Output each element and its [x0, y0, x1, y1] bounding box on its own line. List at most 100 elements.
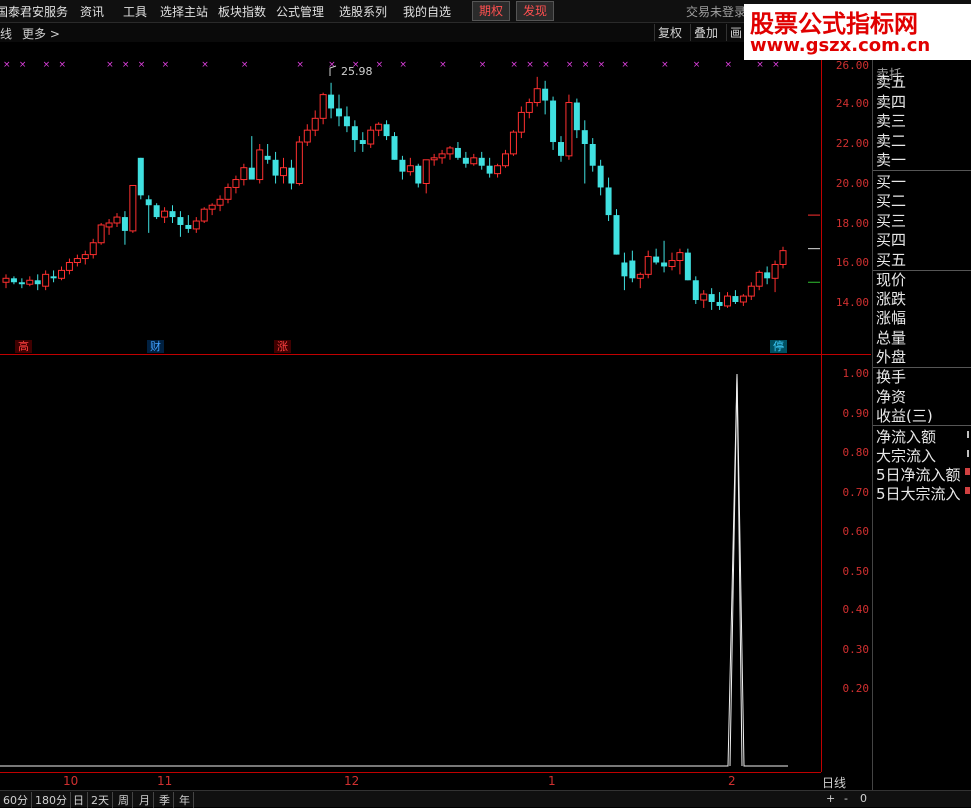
candle-body: [177, 217, 184, 225]
x-tick: 1: [548, 774, 556, 788]
candle-body: [375, 123, 383, 131]
candle-body: [661, 262, 668, 267]
candle-body: [200, 208, 208, 222]
menu-item-service[interactable]: 国泰君安服务: [0, 3, 68, 20]
menu-item-stock-picker[interactable]: 选股系列: [339, 3, 387, 20]
candle-body: [280, 167, 287, 177]
menu-item-server[interactable]: 选择主站: [160, 3, 208, 20]
indicator-chart[interactable]: [0, 355, 821, 767]
flow-marker: [965, 487, 970, 494]
buy-1: 买一: [876, 173, 907, 191]
candle-body: [533, 88, 541, 104]
candle-body: [58, 269, 65, 279]
candle-body: [81, 254, 89, 260]
candle-body: [486, 165, 493, 174]
candle-body: [779, 250, 787, 265]
candle-body: [26, 279, 34, 285]
candle-body: [478, 157, 485, 166]
y-tick: 16.00: [835, 256, 869, 269]
candle-body: [668, 260, 676, 267]
buy-3: 买三: [876, 212, 907, 230]
candle-body: [502, 153, 509, 167]
candle-body: [65, 262, 73, 271]
candle-body: [597, 165, 604, 188]
buy-2: 买二: [876, 192, 907, 210]
y-tick-sub: 0.40: [842, 603, 870, 616]
candle-body: [10, 278, 17, 283]
options-button[interactable]: 期权: [472, 1, 511, 21]
candle-body: [216, 198, 224, 206]
signal-marker: ×: [201, 60, 209, 70]
candle-body: [311, 117, 319, 131]
discover-button[interactable]: 发现: [516, 1, 555, 21]
signal-marker: ×: [376, 60, 384, 70]
signal-marker: ×: [439, 60, 447, 70]
menu-item-watchlist[interactable]: 我的自选: [403, 3, 451, 20]
signal-marker: ×: [566, 60, 574, 70]
candle-body: [185, 224, 192, 229]
watermark-title: 股票公式指标网: [750, 10, 918, 38]
login-status: 交易未登录: [686, 5, 747, 19]
candle-body: [589, 144, 596, 166]
more-button[interactable]: 更多 >: [22, 25, 60, 42]
candlestick-chart[interactable]: × × × × × × × × × × × × × × × × × × × × × × × × × × × × ×25.98: [0, 58, 821, 354]
candle-body: [121, 217, 128, 231]
candle-body: [558, 142, 564, 156]
draw-button[interactable]: 画: [726, 24, 745, 41]
y-tick: 20.00: [835, 177, 869, 190]
signal-marker: ×: [3, 60, 11, 70]
candle-body: [224, 186, 232, 200]
stat-outer: 外盘: [876, 348, 907, 366]
badge-rise[interactable]: 涨: [274, 340, 291, 353]
candle-body: [359, 140, 366, 144]
sell-5: 卖五: [876, 73, 907, 91]
overlay-button[interactable]: 叠加: [690, 24, 721, 41]
zoom-out-button[interactable]: -: [844, 792, 848, 805]
candle-body: [343, 116, 350, 127]
signal-marker: ×: [772, 60, 780, 70]
signal-marker: ×: [43, 60, 51, 70]
stat-earnings: 收益(三): [876, 407, 933, 425]
x-tick: 2: [728, 774, 736, 788]
candle-body: [406, 165, 414, 173]
menu-item-sector-index[interactable]: 板块指数: [218, 3, 266, 20]
candle-body: [550, 100, 557, 143]
candle-body: [462, 157, 469, 164]
adjust-button[interactable]: 复权: [654, 24, 685, 41]
menu-item-news[interactable]: 资讯: [80, 3, 104, 20]
candle-body: [684, 252, 691, 281]
stat-turnover: 换手: [876, 368, 907, 386]
candle-body: [708, 294, 715, 302]
candle-body: [129, 184, 137, 232]
candle-body: [692, 280, 699, 301]
site-watermark: 股票公式指标网 www.gszx.com.cn: [744, 4, 971, 60]
candle-body: [240, 167, 248, 181]
candle-body: [573, 102, 580, 131]
menu-item-formula[interactable]: 公式管理: [276, 3, 324, 20]
buy-4: 买四: [876, 231, 907, 249]
candle-body: [2, 277, 10, 283]
badge-finance[interactable]: 财: [147, 340, 164, 353]
candle-body: [153, 205, 160, 218]
y-tick-sub: 0.20: [842, 682, 870, 695]
badge-high[interactable]: 高: [15, 340, 32, 353]
candle-body: [605, 187, 612, 216]
candle-body: [89, 242, 97, 256]
y-tick: 26.00: [835, 59, 869, 72]
candle-body: [494, 165, 502, 175]
menu-bar: 国泰君安服务 资讯 工具 选择主站 板块指数 公式管理 选股系列 我的自选 期权…: [0, 0, 971, 60]
zoom-in-button[interactable]: +: [826, 792, 835, 805]
chart-type-label[interactable]: 线: [0, 25, 12, 42]
candle-body: [739, 295, 747, 303]
badge-limit[interactable]: 停: [770, 340, 787, 353]
sell-1: 卖一: [876, 151, 907, 169]
signal-marker: ×: [122, 60, 130, 70]
signal-marker: ×: [725, 60, 733, 70]
y-tick-sub: 0.90: [842, 407, 870, 420]
candle-body: [169, 211, 176, 218]
candle-body: [724, 295, 731, 307]
menu-item-tools[interactable]: 工具: [123, 3, 147, 20]
candle-body: [145, 199, 152, 206]
stat-price: 现价: [876, 271, 907, 289]
sell-2: 卖二: [876, 132, 907, 150]
